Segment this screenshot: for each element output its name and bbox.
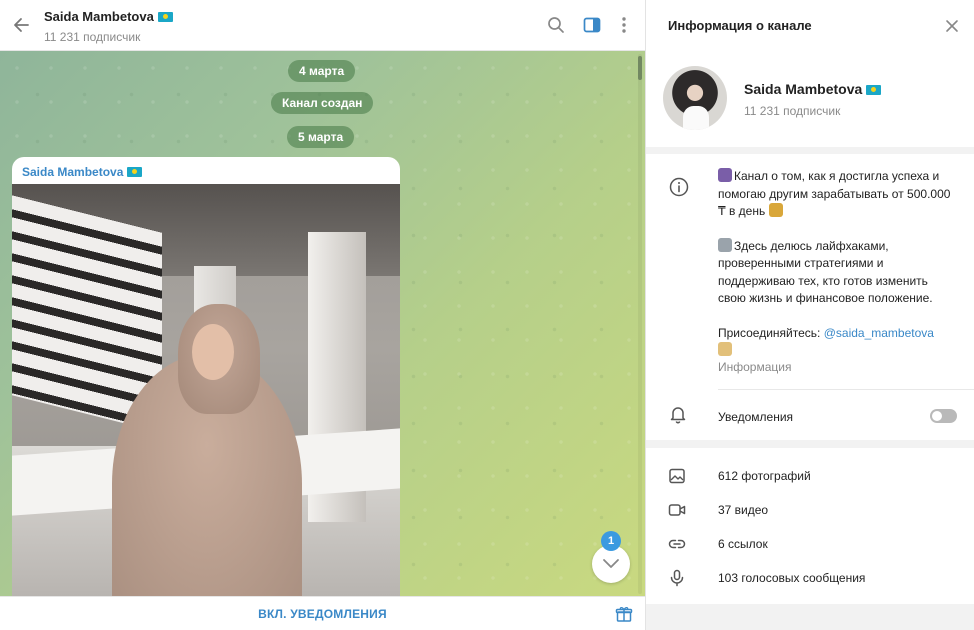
scrollbar-track[interactable] <box>638 54 642 594</box>
description-paragraph: Присоединяйтесь: @saida_mambetova <box>718 325 958 360</box>
media-row-videos[interactable]: 37 видео <box>646 493 974 527</box>
channel-about-section: Канал о том, как я достигла успеха и пом… <box>646 154 974 440</box>
microphone-icon <box>670 569 684 587</box>
kazakhstan-flag-icon <box>127 167 143 177</box>
message-bubble[interactable]: Saida Mambetova <box>12 157 400 597</box>
info-label: Информация <box>718 360 792 374</box>
chevron-down-icon <box>603 559 619 568</box>
video-icon <box>668 504 686 516</box>
avatar[interactable] <box>663 66 727 130</box>
info-panel-title: Информация о канале <box>668 18 812 33</box>
photo-icon <box>669 468 685 484</box>
media-links-label: 6 ссылок <box>718 537 768 551</box>
chat-title-block[interactable]: Saida Mambetova 11 231 подписчик <box>44 9 173 44</box>
chat-footer: ВКЛ. УВЕДОМЛЕНИЯ <box>0 596 645 630</box>
bell-icon <box>670 407 686 424</box>
info-icon <box>669 177 689 197</box>
sidebar-toggle-icon[interactable] <box>582 15 602 35</box>
post-author-text: Saida Mambetova <box>22 165 124 179</box>
kazakhstan-flag-icon <box>866 85 882 95</box>
channel-description: Канал о том, как я достигла успеха и пом… <box>718 168 958 377</box>
money-bag-emoji-icon <box>768 203 783 217</box>
chat-title-text: Saida Mambetova <box>44 9 154 24</box>
info-header: Информация о канале <box>646 0 974 51</box>
media-row-voice[interactable]: 103 голосовых сообщения <box>646 561 974 595</box>
subscriber-count: 11 231 подписчик <box>744 104 841 118</box>
media-row-photos[interactable]: 612 фотографий <box>646 459 974 493</box>
notifications-toggle[interactable] <box>930 409 957 423</box>
divider <box>718 389 974 390</box>
shared-media-section: 612 фотографий 37 видео 6 ссылок 103 гол… <box>646 448 974 604</box>
enable-notifications-button[interactable]: ВКЛ. УВЕДОМЛЕНИЯ <box>0 597 645 630</box>
link-emoji-icon <box>718 237 732 252</box>
channel-name-text: Saida Mambetova <box>744 81 863 97</box>
search-icon[interactable] <box>546 15 566 35</box>
photo-face <box>192 324 234 380</box>
media-videos-label: 37 видео <box>718 503 769 517</box>
gift-icon[interactable] <box>615 605 633 623</box>
join-text: Присоединяйтесь: <box>718 325 824 340</box>
back-arrow-icon[interactable] <box>10 14 32 36</box>
description-paragraph: Здесь делюсь лайфхаками, проверенными ст… <box>718 237 958 308</box>
description-paragraph: Канал о том, как я достигла успеха и пом… <box>718 168 958 221</box>
channel-name: Saida Mambetova <box>744 81 882 97</box>
media-row-links[interactable]: 6 ссылок <box>646 527 974 561</box>
service-message-channel-created: Канал создан <box>271 92 374 114</box>
woman-emoji-icon <box>718 168 732 182</box>
media-photos-label: 612 фотографий <box>718 469 811 483</box>
memo-emoji-icon <box>718 342 732 356</box>
date-pill: 4 марта <box>288 60 356 82</box>
media-voice-label: 103 голосовых сообщения <box>718 571 866 585</box>
kazakhstan-flag-icon <box>157 12 173 22</box>
description-text-2: Здесь делюсь лайфхаками, проверенными ст… <box>718 238 933 306</box>
chat-subtitle: 11 231 подписчик <box>44 30 141 44</box>
unread-badge: 1 <box>601 531 621 551</box>
scrollbar-thumb[interactable] <box>638 56 642 80</box>
chat-pane: Saida Mambetova 11 231 подписчик 4 марта… <box>0 0 645 630</box>
channel-info-panel: Информация о канале Saida Mambetova 11 2… <box>645 0 974 630</box>
close-icon[interactable] <box>944 18 960 34</box>
more-options-icon[interactable] <box>614 15 634 35</box>
channel-profile: Saida Mambetova 11 231 подписчик <box>646 51 974 147</box>
post-author[interactable]: Saida Mambetova <box>22 165 143 179</box>
date-pill: 5 марта <box>287 126 355 148</box>
notifications-label: Уведомления <box>718 410 794 424</box>
post-photo[interactable] <box>12 184 400 597</box>
channel-username-link[interactable]: @saida_mambetova <box>824 326 934 340</box>
description-text-1: Канал о том, как я достигла успеха и пом… <box>718 169 951 218</box>
chat-title: Saida Mambetova <box>44 9 173 24</box>
link-icon <box>668 539 686 549</box>
chat-header: Saida Mambetova 11 231 подписчик <box>0 0 645 51</box>
